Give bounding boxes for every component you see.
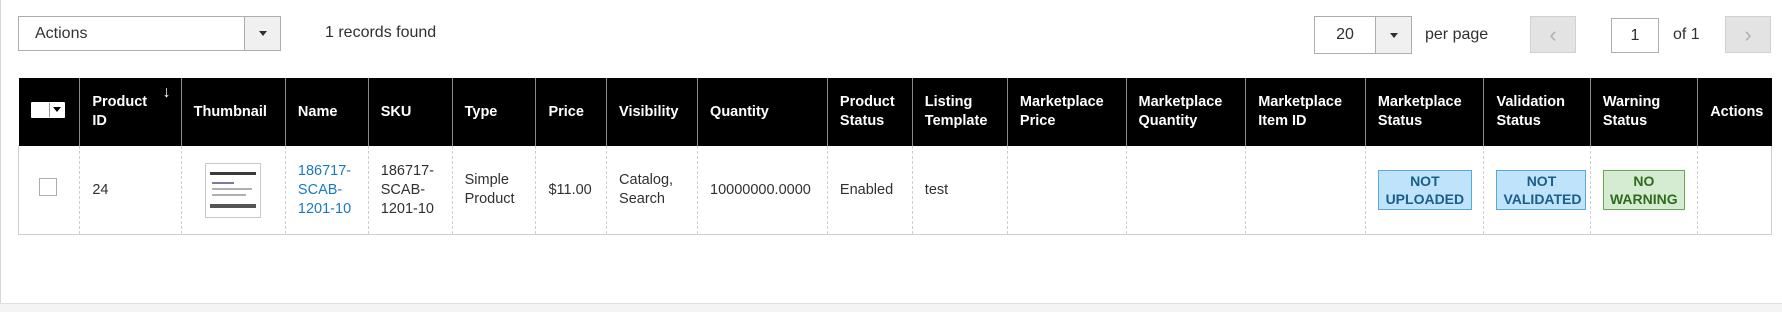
per-page-label: per page [1425, 26, 1489, 43]
cell-marketplace-item-id [1245, 146, 1366, 235]
column-header-actions: Actions [1697, 78, 1772, 146]
row-checkbox-cell [17, 146, 80, 235]
cell-thumbnail [180, 146, 286, 235]
column-header-name[interactable]: Name [284, 78, 369, 146]
column-header-marketplace-item-id[interactable]: Marketplace Item ID [1245, 78, 1366, 146]
total-pages-label: of 1 [1673, 26, 1700, 43]
cell-warning-status: NO WARNING [1589, 146, 1698, 235]
column-header-listing-template[interactable]: Listing Template [911, 78, 1008, 146]
chevron-left-icon: ‹ [1549, 21, 1557, 47]
column-header-marketplace-status[interactable]: Marketplace Status [1364, 78, 1484, 146]
current-page-input[interactable]: 1 [1611, 18, 1659, 53]
cell-marketplace-status: NOT UPLOADED [1364, 146, 1484, 235]
column-header-sku[interactable]: SKU [367, 78, 453, 146]
status-badge-marketplace: NOT UPLOADED [1377, 170, 1472, 210]
column-header-marketplace-price[interactable]: Marketplace Price [1006, 78, 1127, 146]
cell-actions [1697, 146, 1772, 235]
cell-product-status: Enabled [826, 146, 913, 235]
cell-marketplace-price [1006, 146, 1127, 235]
product-name-link[interactable]: 186717-SCAB-1201-10 [298, 163, 351, 217]
column-header-price[interactable]: Price [535, 78, 607, 146]
status-badge-validation: NOT VALIDATED [1496, 170, 1587, 210]
select-all-checkbox[interactable] [31, 102, 50, 117]
cell-type: Simple Product [451, 146, 536, 235]
table-header-row: ↓ Product ID Thumbnail Name SKU Type Pric… [18, 78, 1772, 146]
next-page-button[interactable]: › [1725, 16, 1771, 53]
records-found-count: 1 records found [325, 24, 437, 41]
cell-quantity: 10000000.0000 [697, 146, 828, 235]
cell-marketplace-quantity [1125, 146, 1246, 235]
cell-visibility: Catalog, Search [606, 146, 698, 235]
column-header-product-status[interactable]: Product Status [826, 78, 913, 146]
per-page-select[interactable]: 20 [1314, 16, 1412, 54]
status-badge-warning: NO WARNING [1602, 170, 1685, 210]
sort-arrow-icon: ↓ [162, 84, 171, 101]
column-header-product-id[interactable]: ↓ Product ID [79, 78, 182, 146]
cell-name: 186717-SCAB-1201-10 [284, 146, 369, 235]
column-header-type[interactable]: Type [451, 78, 536, 146]
mass-select-header[interactable] [18, 78, 80, 146]
chevron-down-icon[interactable] [244, 17, 280, 50]
column-header-marketplace-quantity[interactable]: Marketplace Quantity [1125, 78, 1246, 146]
chevron-down-icon[interactable] [1375, 17, 1411, 53]
cell-product-id: 24 [79, 146, 182, 235]
column-header-thumbnail[interactable]: Thumbnail [180, 78, 286, 146]
mass-actions-label: Actions [35, 24, 88, 42]
column-header-quantity[interactable]: Quantity [697, 78, 828, 146]
table-row: 24 186717-SCAB-1201-10 186717-SCAB-1201-… [17, 146, 1772, 235]
chevron-down-icon[interactable] [50, 107, 65, 112]
mass-actions-dropdown[interactable]: Actions [18, 16, 281, 51]
row-checkbox[interactable] [39, 178, 57, 196]
per-page-value: 20 [1336, 26, 1354, 43]
product-thumbnail-image[interactable] [205, 162, 262, 218]
mass-select-dropdown[interactable] [30, 101, 65, 118]
page-left-border [0, 0, 1, 311]
column-header-validation-status[interactable]: Validation Status [1483, 78, 1591, 146]
cell-validation-status: NOT VALIDATED [1483, 146, 1591, 235]
column-header-warning-status[interactable]: Warning Status [1589, 78, 1698, 146]
cell-listing-template: test [911, 146, 1008, 235]
cell-sku: 186717-SCAB-1201-10 [367, 146, 453, 235]
column-header-visibility[interactable]: Visibility [606, 78, 698, 146]
cell-price: $11.00 [535, 146, 607, 235]
chevron-right-icon: › [1744, 21, 1752, 47]
previous-page-button[interactable]: ‹ [1530, 16, 1576, 53]
listing-products-grid: ↓ Product ID Thumbnail Name SKU Type Pric… [17, 78, 1772, 235]
